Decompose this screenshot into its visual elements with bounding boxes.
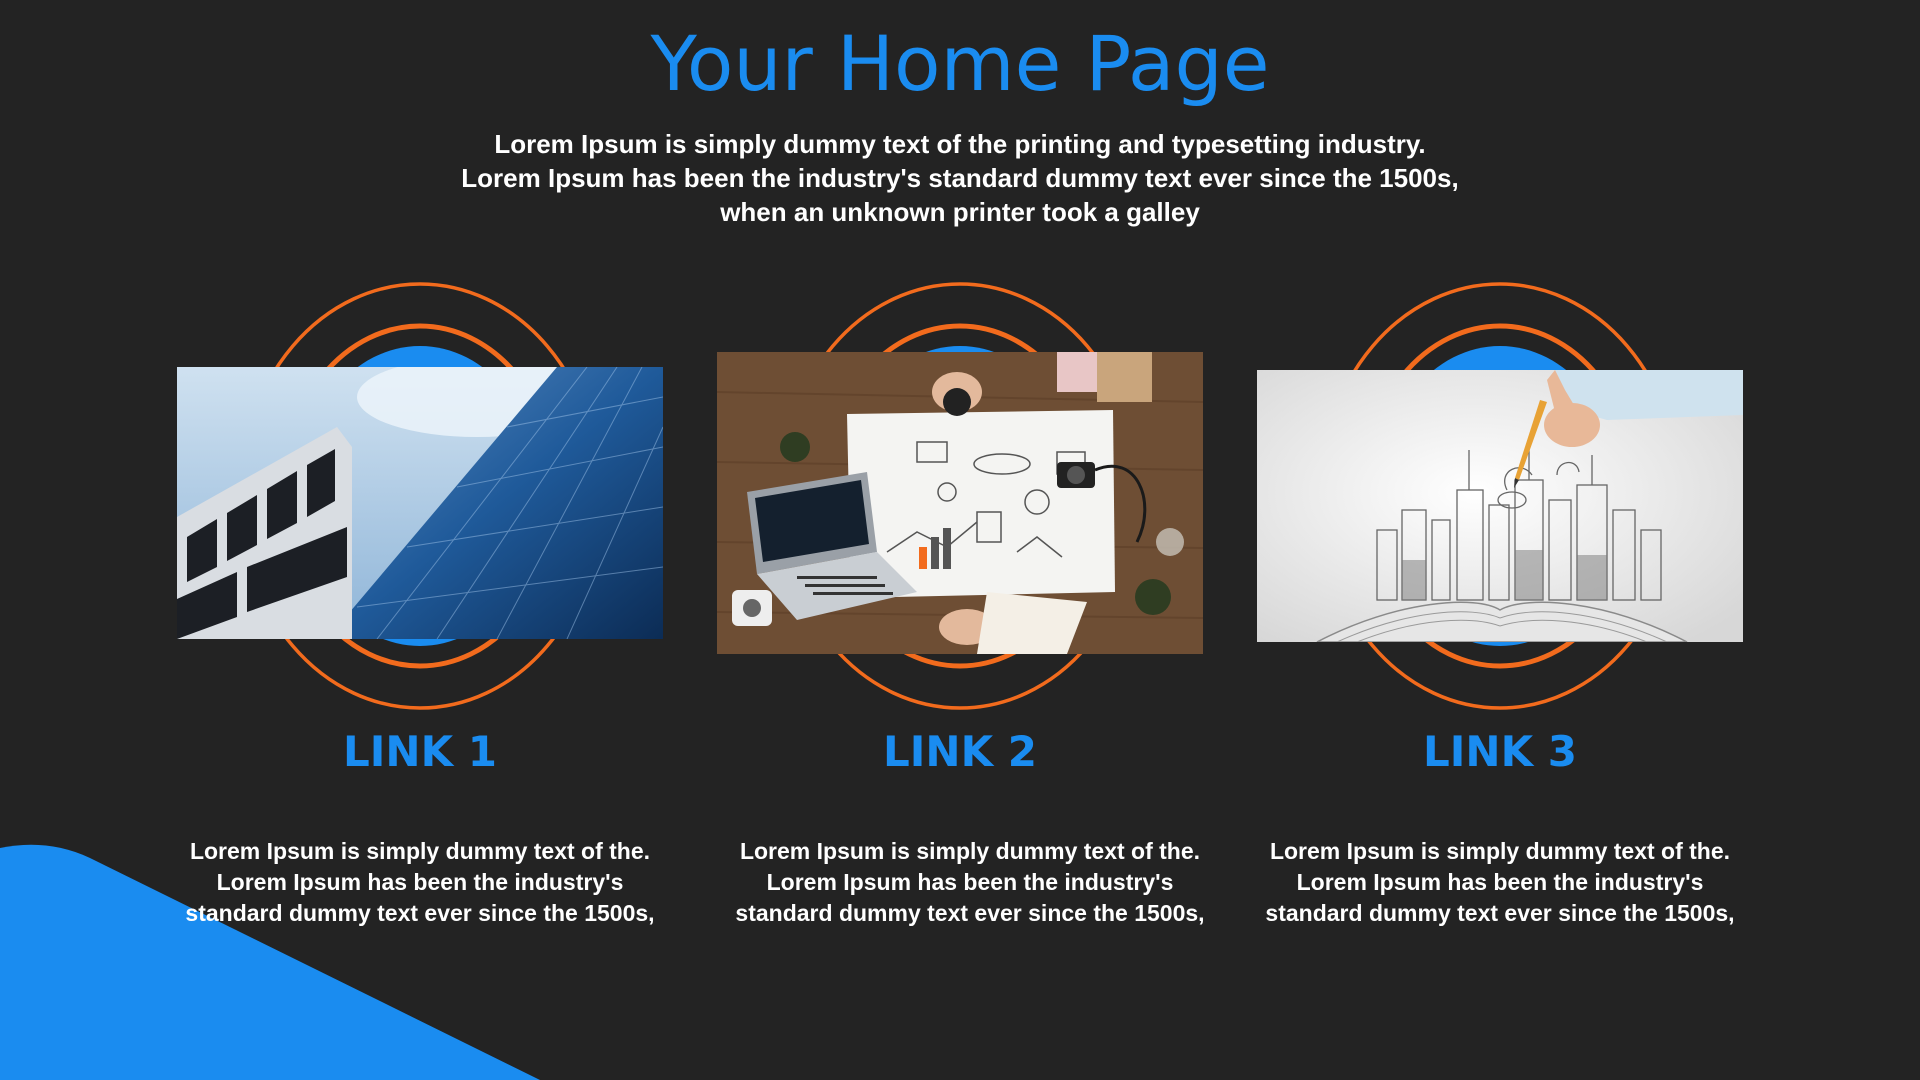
- card-2-image[interactable]: [717, 352, 1203, 654]
- pencil-sketch-city-book-photo: [1257, 370, 1743, 642]
- link-2[interactable]: LINK 2: [690, 720, 1230, 784]
- business-desk-planning-photo: [717, 352, 1203, 654]
- card-2-description: Lorem Ipsum is simply dummy text of the.…: [700, 836, 1240, 929]
- card-description-line: standard dummy text ever since the 1500s…: [735, 900, 1205, 926]
- card-description-line: Lorem Ipsum is simply dummy text of the.: [739, 838, 1201, 864]
- intro-line: Lorem Ipsum is simply dummy text of the …: [494, 129, 1426, 159]
- card-description-line: Lorem Ipsum has been the industry's: [216, 869, 624, 895]
- card-description-line: standard dummy text ever since the 1500s…: [185, 900, 655, 926]
- card-description-line: standard dummy text ever since the 1500s…: [1265, 900, 1735, 926]
- page-title: Your Home Page: [650, 19, 1270, 108]
- card-3-image[interactable]: [1257, 370, 1743, 642]
- card-3-description: Lorem Ipsum is simply dummy text of the.…: [1230, 836, 1770, 929]
- card-description-line: Lorem Ipsum has been the industry's: [766, 869, 1174, 895]
- card-description-line: Lorem Ipsum is simply dummy text of the.: [1269, 838, 1731, 864]
- card-description-line: Lorem Ipsum has been the industry's: [1296, 869, 1704, 895]
- card-description-line: Lorem Ipsum is simply dummy text of the.: [189, 838, 651, 864]
- glass-skyscraper-photo: [177, 367, 663, 639]
- intro-line: Lorem Ipsum has been the industry's stan…: [461, 163, 1459, 193]
- card-1-image[interactable]: [177, 367, 663, 639]
- link-1[interactable]: LINK 1: [150, 720, 690, 784]
- intro-line: when an unknown printer took a galley: [720, 197, 1200, 227]
- card-1-description: Lorem Ipsum is simply dummy text of the.…: [150, 836, 690, 929]
- link-3[interactable]: LINK 3: [1230, 720, 1770, 784]
- intro-text: Lorem Ipsum is simply dummy text of the …: [360, 127, 1560, 229]
